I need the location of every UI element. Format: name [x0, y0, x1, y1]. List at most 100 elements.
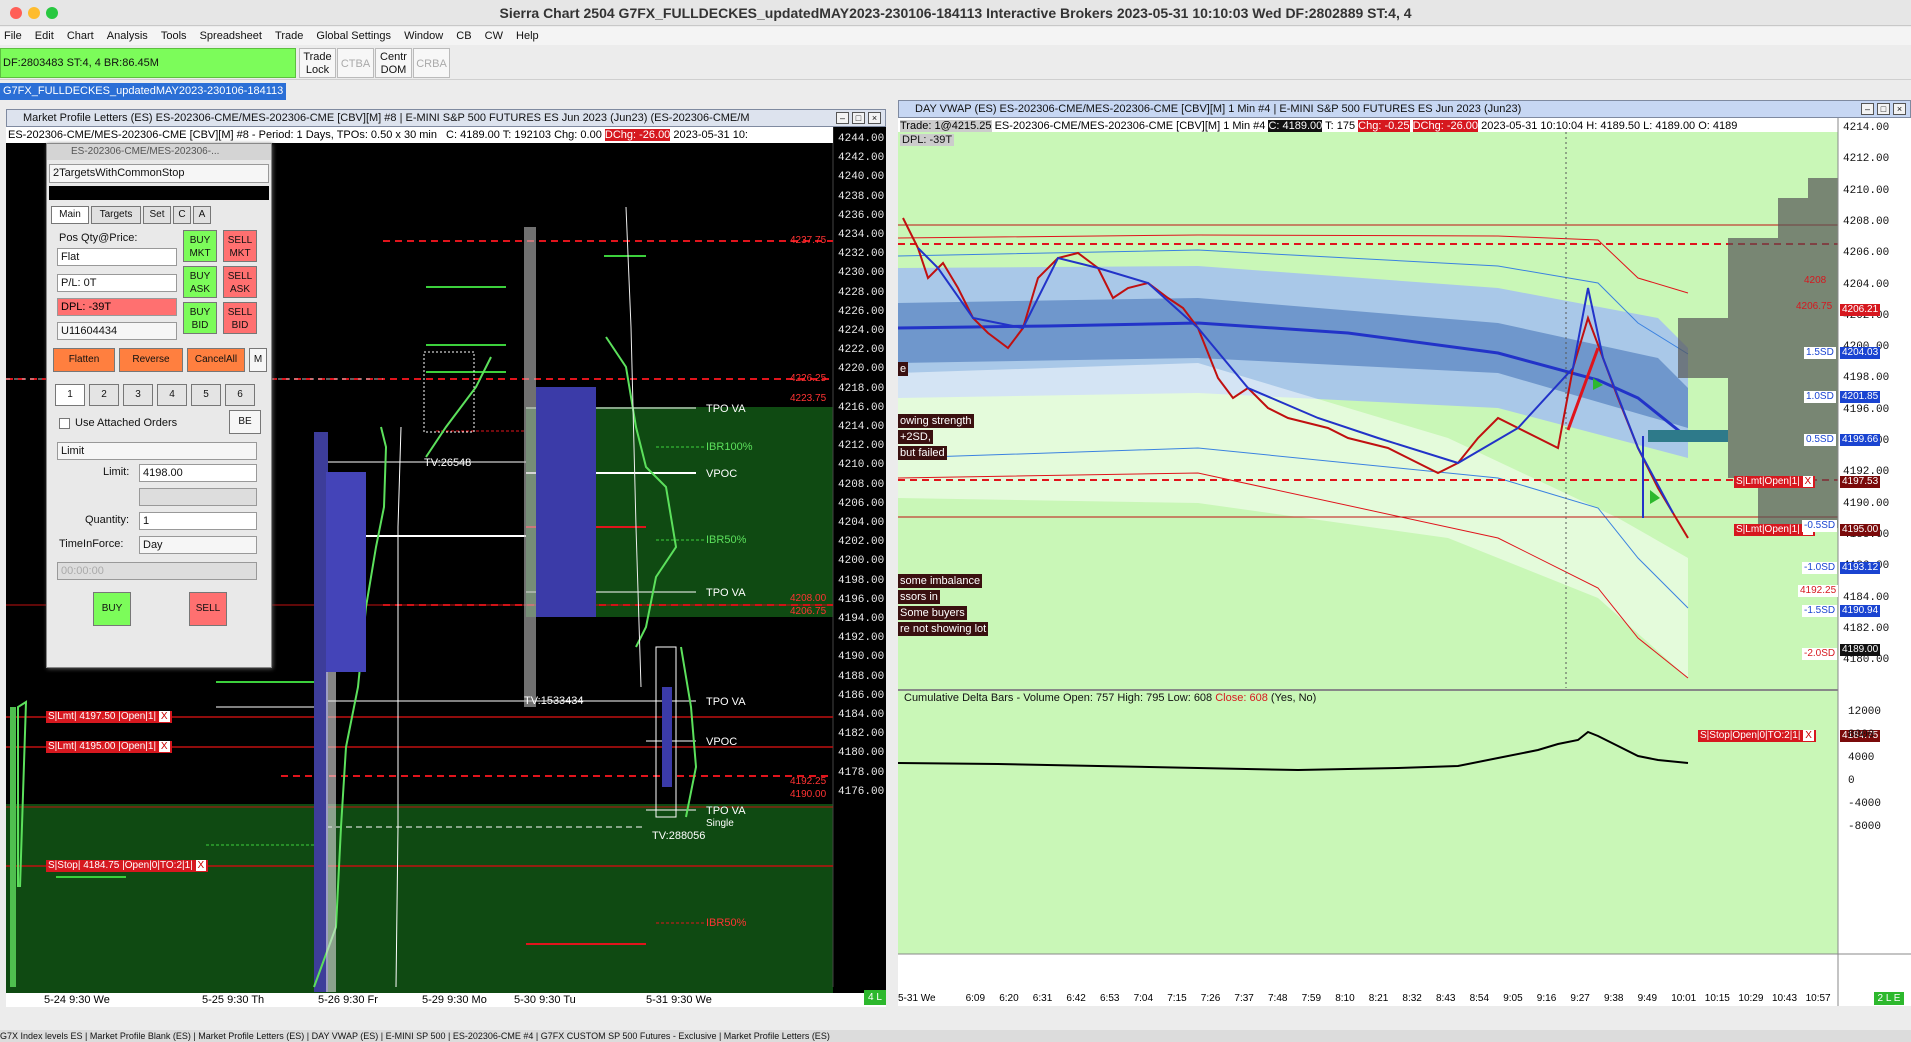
centr-dom-button[interactable]: Centr DOM: [375, 48, 412, 78]
y-axis-label: 4198.00: [1843, 372, 1890, 385]
close-icon[interactable]: ×: [1893, 103, 1906, 115]
chart-tabs-bar[interactable]: G7X Index levels ES | Market Profile Bla…: [0, 1030, 1911, 1042]
tab-c[interactable]: C: [173, 206, 191, 224]
sell-button[interactable]: SELL: [189, 592, 227, 626]
sell-bid-button[interactable]: SELL BID: [223, 302, 257, 334]
y-axis-label: 4240.00: [838, 171, 885, 184]
maximize-icon[interactable]: □: [852, 112, 865, 124]
qty-button-4[interactable]: 4: [157, 384, 187, 406]
chart-annotation[interactable]: Some buyers: [898, 606, 967, 620]
chart-corner-badge[interactable]: 4 L: [864, 990, 886, 1005]
tpo-va-label: TPO VA: [706, 696, 746, 708]
crba-button[interactable]: CRBA: [413, 48, 450, 78]
maximize-icon[interactable]: □: [1877, 103, 1890, 115]
qty-button-5[interactable]: 5: [191, 384, 221, 406]
y-axis-label: 4202.00: [838, 536, 885, 549]
right-chart-area[interactable]: Trade: 1@4215.25 ES-202306-CME/MES-20230…: [898, 118, 1911, 1006]
sell-stop-order[interactable]: S|Stop| 4184.75 |Open|0|TO:2|1| X: [46, 860, 209, 872]
y-axis-label: 4242.00: [838, 152, 885, 165]
m-button[interactable]: M: [249, 348, 267, 372]
chart-annotation[interactable]: owing strength: [898, 414, 974, 428]
trade-window-title[interactable]: ES-202306-CME/MES-202306-...: [47, 144, 271, 160]
order-label: S|Lmt|Open|1|: [1736, 524, 1800, 535]
tab-set[interactable]: Set: [143, 206, 171, 224]
menu-file[interactable]: File: [4, 30, 22, 42]
menu-window[interactable]: Window: [404, 30, 443, 42]
qty-button-6[interactable]: 6: [225, 384, 255, 406]
menu-trade[interactable]: Trade: [275, 30, 303, 42]
buy-button[interactable]: BUY: [93, 592, 131, 626]
buy-bid-button[interactable]: BUY BID: [183, 302, 217, 334]
cancel-order-icon[interactable]: X: [158, 711, 170, 722]
qty-button-3[interactable]: 3: [123, 384, 153, 406]
strategy-select[interactable]: 2TargetsWithCommonStop: [49, 164, 269, 183]
quantity-input[interactable]: 1: [139, 512, 257, 530]
account-select[interactable]: U11604434: [57, 322, 177, 340]
tif-select[interactable]: Day: [139, 536, 257, 554]
menu-cb[interactable]: CB: [456, 30, 471, 42]
sell-limit-order-1[interactable]: S|Lmt| 4197.50 |Open|1| X: [46, 711, 172, 723]
chart-annotation[interactable]: but failed: [898, 446, 947, 460]
buy-market-button[interactable]: BUY MKT: [183, 230, 217, 262]
y-axis-label: 4212.00: [1843, 153, 1890, 166]
cancel-order-icon[interactable]: X: [1803, 730, 1814, 741]
cancel-order-icon[interactable]: X: [195, 860, 207, 871]
ctba-button[interactable]: CTBA: [337, 48, 374, 78]
x-axis-label: 7:59: [1301, 993, 1322, 1004]
menu-help[interactable]: Help: [516, 30, 539, 42]
sell-stop-order[interactable]: S|Stop|Open|0|TO:2|1| X: [1698, 730, 1816, 742]
menu-cw[interactable]: CW: [485, 30, 503, 42]
chart-annotation[interactable]: e: [898, 362, 909, 376]
close-icon[interactable]: ×: [868, 112, 881, 124]
stop-price-input[interactable]: [139, 488, 257, 506]
y-axis-label: 4178.00: [838, 766, 885, 779]
attached-orders-checkbox[interactable]: [59, 418, 70, 429]
minimize-icon[interactable]: –: [1861, 103, 1874, 115]
limit-price-input[interactable]: 4198.00: [139, 464, 257, 482]
cancel-order-icon[interactable]: X: [158, 741, 170, 752]
close-window-icon[interactable]: [10, 7, 22, 19]
chartbook-tab[interactable]: G7FX_FULLDECKES_updatedMAY2023-230106-18…: [0, 83, 287, 100]
tab-a[interactable]: A: [193, 206, 211, 224]
zoom-window-icon[interactable]: [46, 7, 58, 19]
breakeven-button[interactable]: BE: [229, 410, 261, 434]
menu-global-settings[interactable]: Global Settings: [316, 30, 391, 42]
left-chart-title-bar[interactable]: Market Profile Letters (ES) ES-202306-CM…: [6, 109, 886, 127]
minimize-icon[interactable]: –: [836, 112, 849, 124]
cancel-order-icon[interactable]: X: [1802, 476, 1814, 487]
qty-button-2[interactable]: 2: [89, 384, 119, 406]
price-level-tag: 4206.75: [790, 606, 827, 617]
menu-spreadsheet[interactable]: Spreadsheet: [200, 30, 262, 42]
menu-chart[interactable]: Chart: [67, 30, 94, 42]
sell-ask-button[interactable]: SELL ASK: [223, 266, 257, 298]
chart-annotation[interactable]: some imbalance: [898, 574, 983, 588]
flatten-button[interactable]: Flatten: [53, 348, 115, 372]
trade-lock-button[interactable]: Trade Lock: [299, 48, 336, 78]
chart-corner-badge[interactable]: 2 L E: [1874, 992, 1904, 1005]
window-title: Sierra Chart 2504 G7FX_FULLDECKES_update…: [499, 5, 1412, 21]
reverse-button[interactable]: Reverse: [119, 348, 183, 372]
tab-targets[interactable]: Targets: [91, 206, 141, 224]
time-input[interactable]: 00:00:00: [57, 562, 257, 580]
sell-limit-order-2[interactable]: S|Lmt| 4195.00 |Open|1| X: [46, 741, 172, 753]
right-chart-title-bar[interactable]: DAY VWAP (ES) ES-202306-CME/MES-202306-C…: [898, 100, 1911, 118]
menu-edit[interactable]: Edit: [35, 30, 54, 42]
limit-label: Limit:: [103, 466, 130, 478]
sd-label: -1.0SD: [1802, 562, 1838, 574]
cancel-all-button[interactable]: CancelAll: [187, 348, 245, 372]
menu-analysis[interactable]: Analysis: [107, 30, 148, 42]
sell-market-button[interactable]: SELL MKT: [223, 230, 257, 262]
chart-annotation[interactable]: +2SD,: [898, 430, 933, 444]
qty-button-1[interactable]: 1: [55, 384, 85, 406]
x-axis-label: 5-26 9:30 Fr: [318, 994, 378, 1006]
tab-main[interactable]: Main: [51, 206, 89, 224]
menu-tools[interactable]: Tools: [161, 30, 187, 42]
price-level-tag: 4208: [1804, 275, 1827, 286]
chart-annotation[interactable]: ssors in: [898, 590, 940, 604]
chart-annotation[interactable]: re not showing lot: [898, 622, 989, 636]
sell-limit-order-1[interactable]: S|Lmt|Open|1| X: [1734, 476, 1816, 488]
buy-ask-button[interactable]: BUY ASK: [183, 266, 217, 298]
minimize-window-icon[interactable]: [28, 7, 40, 19]
message-bar: [49, 186, 269, 200]
order-type-select[interactable]: Limit: [57, 442, 257, 460]
